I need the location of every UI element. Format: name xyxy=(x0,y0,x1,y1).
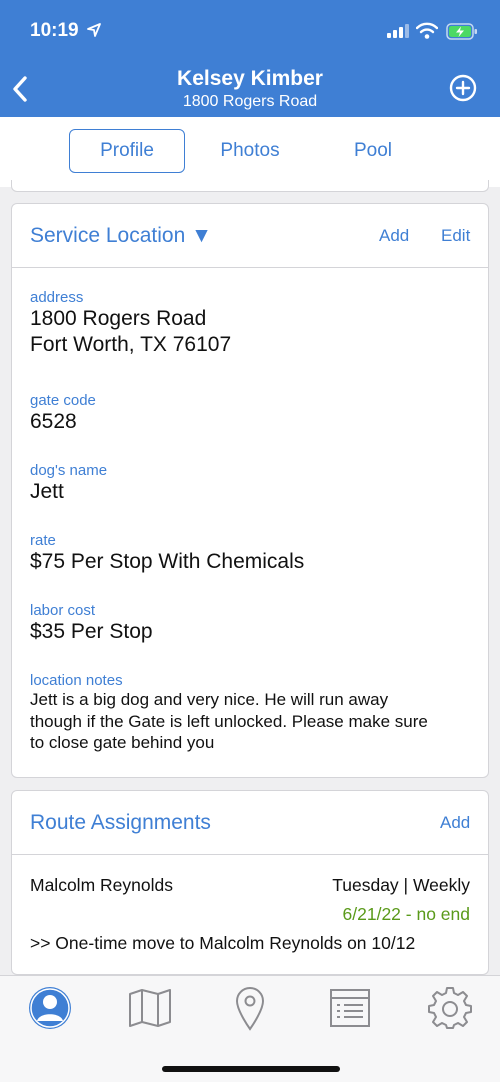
add-location-button[interactable]: Add xyxy=(379,226,409,246)
edit-location-button[interactable]: Edit xyxy=(441,226,470,246)
status-bar: 10:19 xyxy=(0,0,500,60)
labor-cost-value: $35 Per Stop xyxy=(30,620,153,643)
service-location-card: Service Location ▼ Add Edit address 1800… xyxy=(11,203,489,778)
add-circle-button[interactable] xyxy=(449,74,477,102)
dog-name-field: dog's name Jett xyxy=(30,462,475,505)
status-time: 10:19 xyxy=(30,20,79,41)
location-pin-icon[interactable] xyxy=(225,984,275,1032)
field-label: gate code xyxy=(30,392,96,409)
list-icon[interactable] xyxy=(325,984,375,1032)
nav-title: Kelsey Kimber xyxy=(177,67,323,90)
wifi-icon xyxy=(416,22,438,39)
route-assignments-title: Route Assignments xyxy=(30,811,211,834)
previous-card-edge xyxy=(11,180,489,192)
settings-icon[interactable] xyxy=(425,984,475,1032)
profile-icon[interactable] xyxy=(25,984,75,1032)
battery-charging-icon xyxy=(446,23,477,40)
map-icon[interactable] xyxy=(125,984,175,1032)
field-label: location notes xyxy=(30,672,123,689)
service-location-title[interactable]: Service Location ▼ xyxy=(30,224,212,248)
nav-subtitle: 1800 Rogers Road xyxy=(182,93,318,110)
tab-photos[interactable]: Photos xyxy=(200,129,300,173)
gate-code-field: gate code 6528 xyxy=(30,392,475,435)
address-field: address 1800 Rogers Road Fort Worth, TX … xyxy=(30,289,475,358)
tab-profile[interactable]: Profile xyxy=(69,129,185,173)
tab-pool[interactable]: Pool xyxy=(323,129,423,173)
home-indicator xyxy=(162,1066,340,1072)
address-line-2: Fort Worth, TX 76107 xyxy=(30,333,232,356)
location-arrow-icon xyxy=(87,23,101,37)
labor-cost-field: labor cost $35 Per Stop xyxy=(30,602,475,645)
route-assignments-header: Route Assignments Add xyxy=(12,791,488,855)
header: 10:19 Kelsey Kimber 1800 Rogers Road xyxy=(0,0,500,117)
notes-line-1: Jett is a big dog and very nice. He will… xyxy=(30,690,389,709)
rate-field: rate $75 Per Stop With Chemicals xyxy=(30,532,475,575)
field-label: dog's name xyxy=(30,462,108,479)
field-label: rate xyxy=(30,532,56,549)
location-notes-field: location notes Jett is a big dog and ver… xyxy=(30,672,475,754)
dog-name-value: Jett xyxy=(30,480,64,503)
route-schedule: Tuesday | Weekly xyxy=(332,875,470,895)
route-move-note: >> One-time move to Malcolm Reynolds on … xyxy=(30,933,416,953)
service-location-header: Service Location ▼ Add Edit xyxy=(12,204,488,268)
route-date-range: 6/21/22 - no end xyxy=(342,904,470,924)
rate-value: $75 Per Stop With Chemicals xyxy=(30,550,305,573)
route-assignments-card: Route Assignments Add Malcolm Reynolds T… xyxy=(11,790,489,975)
field-label: address xyxy=(30,289,84,306)
cellular-signal-icon xyxy=(387,24,409,38)
field-label: labor cost xyxy=(30,602,96,619)
tab-bar: Profile Photos Pool xyxy=(0,117,500,187)
address-line-1: 1800 Rogers Road xyxy=(30,307,207,330)
notes-line-3: to close gate behind you xyxy=(30,733,215,752)
add-route-button[interactable]: Add xyxy=(440,813,470,833)
gate-code-value: 6528 xyxy=(30,410,77,433)
notes-line-2: though if the Gate is left unlocked. Ple… xyxy=(30,711,428,731)
